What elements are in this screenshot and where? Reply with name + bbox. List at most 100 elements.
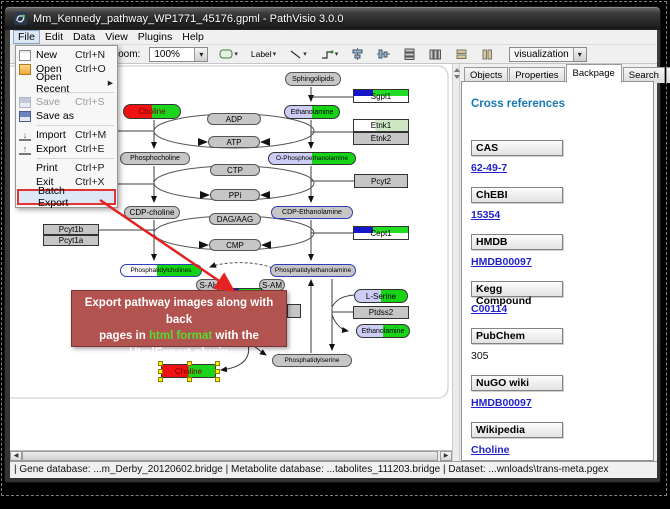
stack-horizontal-icon (429, 48, 442, 60)
file-menu-item-export[interactable]: ↑ExportCtrl+E (17, 142, 116, 156)
tab-backpage[interactable]: Backpage (566, 64, 622, 83)
pathway-node-choline-top[interactable]: Choline (123, 104, 181, 119)
crossref-header: Kegg Compound (471, 281, 563, 297)
tab-legend[interactable]: Legend (666, 67, 670, 83)
menu-file[interactable]: File (13, 30, 40, 44)
pathway-node-ethanolamine-bottom[interactable]: Ethanolamine (356, 324, 410, 338)
file-menu-item-print[interactable]: PrintCtrl+P (17, 161, 116, 175)
stack-vertical-icon (403, 48, 416, 60)
menu-data[interactable]: Data (68, 30, 100, 44)
zoom-combobox[interactable]: 100% ▾ (149, 47, 208, 62)
connector-icon (320, 49, 334, 60)
pathway-node-adp[interactable]: ADP (207, 113, 261, 125)
pathway-node-ptdss2[interactable]: Ptdss2 (353, 306, 409, 319)
file-menu-item-save-as[interactable]: Save as (17, 109, 116, 123)
crossref-link[interactable]: HMDB00097 (471, 256, 653, 268)
pathway-node-choline-selected[interactable]: Choline (161, 364, 216, 378)
crossref-section-wikipedia: WikipediaCholine (471, 422, 653, 456)
datanode-icon (219, 49, 233, 59)
selection-handle[interactable] (215, 361, 220, 366)
zoom-value: 100% (150, 48, 194, 61)
pathway-node-ppi[interactable]: PPi (210, 189, 260, 201)
crossref-header: PubChem (471, 328, 563, 344)
label-tool-button[interactable]: Label▾ (249, 46, 278, 62)
new-document-icon (19, 50, 31, 61)
crossref-value: 305 (471, 350, 653, 362)
file-menu-item-import[interactable]: ↓ImportCtrl+M (17, 128, 116, 142)
pathway-node-etnk1[interactable]: Etnk1 (353, 119, 409, 132)
crossref-link[interactable]: C00114 (471, 303, 653, 315)
file-menu-item-open-recent[interactable]: Open Recent▸ (17, 76, 116, 90)
scroll-left-icon[interactable]: ◀ (10, 451, 22, 461)
crossref-link[interactable]: 62-49-7 (471, 162, 653, 174)
pathway-node-atp[interactable]: ATP (208, 136, 260, 148)
empty-icon (19, 78, 31, 89)
stack-horizontal-button[interactable] (427, 46, 444, 62)
pathway-node-cept1[interactable]: Cept1 (353, 226, 409, 240)
panel-splitter[interactable] (452, 64, 460, 461)
import-icon: ↓ (19, 130, 31, 141)
selection-handle[interactable] (158, 377, 163, 382)
menu-view[interactable]: View (100, 30, 133, 44)
visualization-combobox[interactable]: visualization ▾ (509, 47, 586, 62)
pathway-node-dag-aag[interactable]: DAG/AAG (209, 213, 261, 225)
pathway-node-pcyt2[interactable]: Pcyt2 (354, 174, 408, 188)
empty-icon (19, 177, 31, 188)
crossref-link[interactable]: 15354 (471, 209, 653, 221)
menu-item-label: Batch Export (38, 185, 73, 209)
selection-handle[interactable] (158, 369, 163, 374)
pathway-node-l-serine[interactable]: L-Serine (354, 289, 408, 303)
chevron-down-icon[interactable]: ▾ (194, 48, 207, 61)
menu-help[interactable]: Help (177, 30, 209, 44)
align-center-x-button[interactable] (349, 46, 366, 62)
annotation-callout: Export pathway images along with back pa… (71, 290, 287, 347)
pathway-node-phosphatidylcholines[interactable]: Phosphatidylcholines (120, 264, 202, 277)
selection-handle[interactable] (158, 361, 163, 366)
pathway-node-gene-stub[interactable] (287, 304, 301, 318)
pathway-node-ethanolamine-top[interactable]: Ethanolamine (284, 105, 340, 119)
title-bar[interactable]: Mm_Kennedy_pathway_WP1771_45176.gpml - P… (5, 7, 660, 30)
selection-handle[interactable] (187, 361, 192, 366)
scrollbar-thumb[interactable] (22, 451, 438, 461)
menu-shortcut: Ctrl+E (75, 143, 113, 155)
common-height-button[interactable] (479, 46, 496, 62)
menu-separator (37, 125, 114, 126)
pathway-node-o-phosphoethanolamine[interactable]: O-Phosphoethanolamine (268, 152, 356, 165)
stack-vertical-button[interactable] (401, 46, 418, 62)
crossref-section-kegg-compound: Kegg Compound C00114 (471, 281, 653, 315)
selection-handle[interactable] (215, 369, 220, 374)
menu-plugins[interactable]: Plugins (133, 30, 177, 44)
submenu-arrow-icon: ▸ (75, 77, 113, 89)
file-menu-item-batch-export[interactable]: Batch Export (17, 189, 116, 205)
menu-edit[interactable]: Edit (40, 30, 68, 44)
pathway-node-etnk2[interactable]: Etnk2 (353, 132, 409, 145)
pathway-node-pcyt1a[interactable]: Pcyt1a (43, 235, 99, 246)
side-panel-tabs: ObjectsPropertiesBackpageSearchLegend (464, 65, 657, 82)
pathway-node-phosphocholine[interactable]: Phosphocholine (120, 152, 190, 165)
connector-tool-button[interactable]: ▾ (318, 46, 341, 62)
pathway-node-ctp[interactable]: CTP (210, 164, 260, 176)
line-tool-button[interactable]: ▾ (287, 46, 309, 62)
callout-highlight: html format (149, 330, 212, 342)
pathway-node-cdp-ethanolamine[interactable]: CDP-Ethanolamine (271, 206, 353, 219)
common-width-button[interactable] (453, 46, 470, 62)
menu-separator (37, 158, 114, 159)
pathway-node-sgpl1[interactable]: Sgpl1 (353, 89, 409, 103)
pathway-node-cmp[interactable]: CMP (209, 239, 261, 251)
gene-datanode-tool-button[interactable]: ▾ (217, 46, 240, 62)
pathway-node-sphingolipids[interactable]: Sphingolipids (285, 72, 341, 86)
menu-item-label: Print (36, 162, 75, 174)
crossref-link[interactable]: HMDB00097 (471, 397, 653, 409)
file-menu-item-new[interactable]: NewCtrl+N (17, 48, 116, 62)
pathway-node-cdp-choline[interactable]: CDP-choline (124, 206, 180, 219)
file-menu-item-save[interactable]: SaveCtrl+S (17, 95, 116, 109)
pathway-node-pcyt1b[interactable]: Pcyt1b (43, 224, 99, 235)
selection-handle[interactable] (215, 377, 220, 382)
pathway-node-phosphatidylethanolamine[interactable]: Phosphatidylethanolamine (270, 264, 356, 277)
align-center-y-button[interactable] (375, 46, 392, 62)
canvas-horizontal-scrollbar[interactable]: ◀ ▶ (10, 450, 452, 461)
chevron-down-icon[interactable]: ▾ (573, 48, 586, 61)
crossref-link[interactable]: Choline (471, 444, 653, 456)
selection-handle[interactable] (187, 377, 192, 382)
scroll-right-icon[interactable]: ▶ (440, 451, 452, 461)
